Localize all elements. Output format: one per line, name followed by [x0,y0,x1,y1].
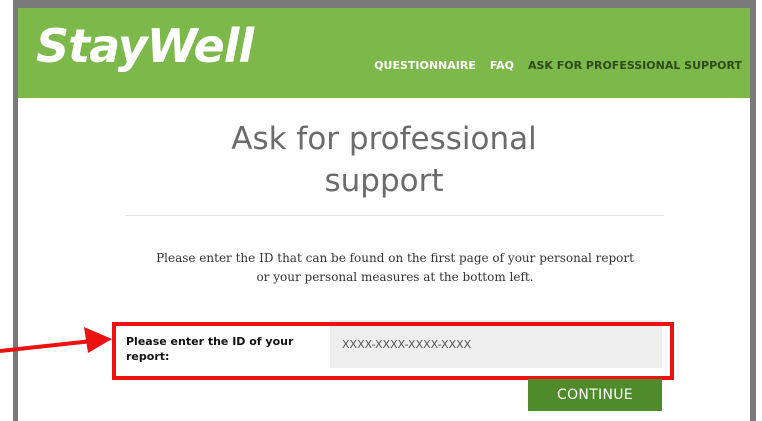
page-title-line-2: support [324,163,444,199]
window-border-top [13,0,756,8]
section-divider [126,215,664,216]
instructions-line-1: Please enter the ID that can be found on… [156,251,634,265]
continue-button[interactable]: CONTINUE [528,379,662,411]
page-title-line-1: Ask for professional [231,121,537,157]
nav-professional-support-link[interactable]: ASK FOR PROFESSIONAL SUPPORT [528,59,742,72]
nav-faq-link[interactable]: FAQ [490,59,514,72]
instructions-line-2: or your personal measures at the bottom … [256,270,534,284]
page-title: Ask for professional support [18,118,750,202]
window-border-right [750,0,756,421]
instructions-text: Please enter the ID that can be found on… [120,249,670,287]
nav-questionnaire-link[interactable]: QUESTIONNAIRE [374,59,476,72]
site-header: StayWell QUESTIONNAIRE FAQ ASK FOR PROFE… [18,8,750,98]
annotation-arrow-icon [0,327,112,353]
main-nav: QUESTIONNAIRE FAQ ASK FOR PROFESSIONAL S… [360,59,742,72]
annotation-highlight-box [112,322,674,380]
staywell-logo[interactable]: StayWell [36,18,254,74]
